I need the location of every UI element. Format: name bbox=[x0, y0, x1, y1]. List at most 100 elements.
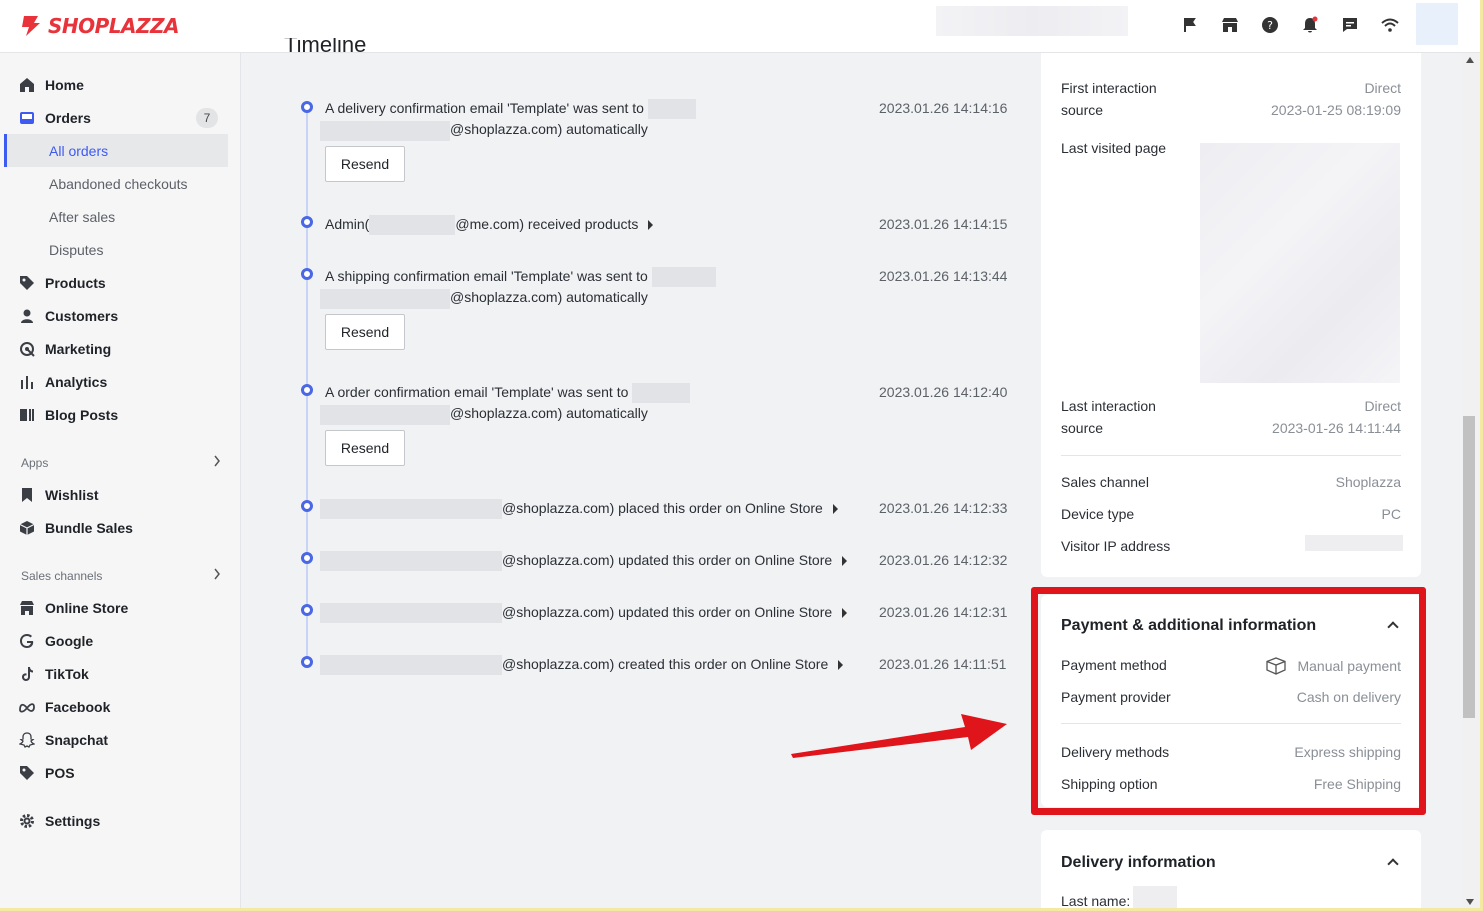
last-visited-label: Last visited page bbox=[1061, 140, 1167, 156]
scroll-down-icon[interactable] bbox=[1466, 899, 1474, 905]
scrollbar-thumb[interactable] bbox=[1463, 416, 1475, 718]
sidebar-item-disputes[interactable]: Disputes bbox=[49, 233, 103, 266]
sidebar-item-pos[interactable]: POS bbox=[18, 756, 230, 789]
timeline-event-text: A shipping confirmation email 'Template'… bbox=[325, 268, 648, 284]
timeline-timestamp: 2023.01.26 14:14:15 bbox=[879, 216, 1008, 232]
bar-chart-icon bbox=[18, 373, 36, 391]
last-interaction-time: 2023-01-26 14:11:44 bbox=[1272, 420, 1401, 436]
wishlist-icon bbox=[18, 486, 36, 504]
sidebar-item-label: POS bbox=[45, 764, 75, 781]
expand-caret-icon[interactable] bbox=[842, 608, 848, 619]
timeline-timestamp: 2023.01.26 14:11:51 bbox=[879, 656, 1007, 672]
store-icon[interactable] bbox=[1210, 10, 1250, 40]
timeline-event-text: A order confirmation email 'Template' wa… bbox=[325, 384, 629, 400]
timeline-timestamp: 2023.01.26 14:12:40 bbox=[879, 384, 1008, 400]
timeline-event[interactable]: @shoplazza.com) updated this order on On… bbox=[320, 550, 848, 572]
bundle-icon bbox=[18, 519, 36, 537]
sidebar-item-label: Facebook bbox=[45, 698, 111, 715]
redacted-email bbox=[632, 383, 691, 404]
brand-name: SHOPLAZZA bbox=[48, 14, 180, 38]
timeline-timestamp: 2023.01.26 14:14:16 bbox=[879, 100, 1008, 116]
timeline-event-text: @shoplazza.com) automatically bbox=[450, 405, 648, 422]
sidebar-item-label: Blog Posts bbox=[45, 406, 119, 423]
sidebar-item-analytics[interactable]: Analytics bbox=[18, 365, 230, 398]
device-type-label: Device type bbox=[1061, 506, 1135, 522]
expand-caret-icon[interactable] bbox=[832, 504, 838, 515]
chat-icon[interactable] bbox=[1330, 10, 1370, 40]
timeline-event-text: @shoplazza.com) updated this order on On… bbox=[502, 552, 833, 568]
timeline-timestamp: 2023.01.26 14:12:32 bbox=[879, 552, 1008, 568]
sidebar-item-online-store[interactable]: Online Store bbox=[18, 591, 230, 624]
shoplazza-logo[interactable]: SHOPLAZZA bbox=[20, 12, 180, 40]
sidebar-item-bundle-sales[interactable]: Bundle Sales bbox=[18, 511, 230, 544]
sidebar-item-label: Analytics bbox=[45, 373, 108, 390]
timeline-title: Timeline bbox=[284, 38, 367, 53]
sales-channels-section-header[interactable]: Sales channels bbox=[21, 568, 221, 583]
sidebar-item-label: Home bbox=[45, 76, 84, 93]
collapse-chevron-icon[interactable] bbox=[1387, 858, 1399, 870]
top-bar: SHOPLAZZA ? bbox=[0, 0, 1483, 53]
timeline-event[interactable]: @shoplazza.com) placed this order on Onl… bbox=[320, 498, 838, 520]
resend-button[interactable]: Resend bbox=[325, 314, 405, 350]
timeline-timestamp: 2023.01.26 14:12:33 bbox=[879, 500, 1008, 516]
last-interaction-label: Last interaction bbox=[1061, 398, 1156, 414]
annotation-arrow bbox=[791, 714, 1007, 758]
last-visited-page-blurred[interactable] bbox=[1200, 143, 1400, 383]
store-icon bbox=[18, 599, 36, 617]
sidebar-item-label: Marketing bbox=[45, 340, 112, 357]
timeline-event-text: A delivery confirmation email 'Template'… bbox=[325, 100, 644, 116]
apps-section-header[interactable]: Apps bbox=[21, 455, 221, 470]
timeline-dot bbox=[301, 268, 313, 280]
timeline-event[interactable]: @shoplazza.com) updated this order on On… bbox=[320, 602, 848, 624]
sidebar-item-label: Wishlist bbox=[45, 486, 99, 503]
sidebar-item-marketing[interactable]: Marketing bbox=[18, 332, 230, 365]
wifi-icon[interactable] bbox=[1370, 10, 1410, 40]
sidebar-item-label: TikTok bbox=[45, 665, 89, 682]
pos-icon bbox=[18, 764, 36, 782]
sidebar-item-after-sales[interactable]: After sales bbox=[49, 200, 115, 233]
sidebar-item-label: Orders bbox=[45, 109, 91, 126]
sidebar-item-settings[interactable]: Settings bbox=[18, 804, 230, 837]
timeline-event: A order confirmation email 'Template' wa… bbox=[320, 382, 691, 425]
bell-icon[interactable] bbox=[1290, 10, 1330, 40]
scroll-up-icon[interactable] bbox=[1466, 57, 1474, 63]
expand-caret-icon[interactable] bbox=[838, 660, 844, 671]
marketing-icon bbox=[18, 340, 36, 358]
sidebar-item-wishlist[interactable]: Wishlist bbox=[18, 478, 230, 511]
resend-button[interactable]: Resend bbox=[325, 430, 405, 466]
expand-caret-icon[interactable] bbox=[648, 220, 654, 231]
sidebar-item-label: Snapchat bbox=[45, 731, 109, 748]
timeline-dot bbox=[301, 604, 313, 616]
sidebar-item-all-orders[interactable]: All orders bbox=[4, 134, 228, 167]
expand-caret-icon[interactable] bbox=[842, 556, 848, 567]
store-name-blurred[interactable] bbox=[936, 6, 1128, 36]
apps-section-label: Apps bbox=[21, 455, 49, 470]
timeline-event-text: @shoplazza.com) automatically bbox=[450, 289, 648, 306]
redacted-email bbox=[320, 120, 450, 141]
sidebar-item-label: Customers bbox=[45, 307, 119, 324]
delivery-info-card: Delivery information Last name: bbox=[1041, 830, 1421, 911]
sidebar-item-products[interactable]: Products bbox=[18, 266, 230, 299]
sidebar-item-tiktok[interactable]: TikTok bbox=[18, 657, 230, 690]
sidebar-item-facebook[interactable]: Facebook bbox=[18, 690, 230, 723]
timeline-event[interactable]: Admin(@me.com) received products bbox=[325, 214, 654, 236]
timeline-dot bbox=[301, 552, 313, 564]
redacted-email bbox=[320, 288, 450, 309]
gear-icon bbox=[18, 812, 36, 830]
avatar[interactable] bbox=[1416, 3, 1458, 45]
sidebar-item-google[interactable]: Google bbox=[18, 624, 230, 657]
resend-button[interactable]: Resend bbox=[325, 146, 405, 182]
sidebar-item-label: Settings bbox=[45, 812, 101, 829]
flag-icon[interactable] bbox=[1170, 10, 1210, 40]
sidebar-item-snapchat[interactable]: Snapchat bbox=[18, 723, 230, 756]
sidebar-item-abandoned-checkouts[interactable]: Abandoned checkouts bbox=[49, 167, 188, 200]
sidebar-item-orders[interactable]: Orders 7 bbox=[18, 101, 230, 134]
sidebar-item-blog-posts[interactable]: Blog Posts bbox=[18, 398, 230, 431]
timeline-dot bbox=[301, 500, 313, 512]
sidebar-item-customers[interactable]: Customers bbox=[18, 299, 230, 332]
timeline-event[interactable]: @shoplazza.com) created this order on On… bbox=[320, 654, 844, 676]
sidebar-item-home[interactable]: Home bbox=[18, 68, 230, 101]
timeline-timestamp: 2023.01.26 14:13:44 bbox=[879, 268, 1008, 284]
home-icon bbox=[18, 76, 36, 94]
help-icon[interactable]: ? bbox=[1250, 10, 1290, 40]
